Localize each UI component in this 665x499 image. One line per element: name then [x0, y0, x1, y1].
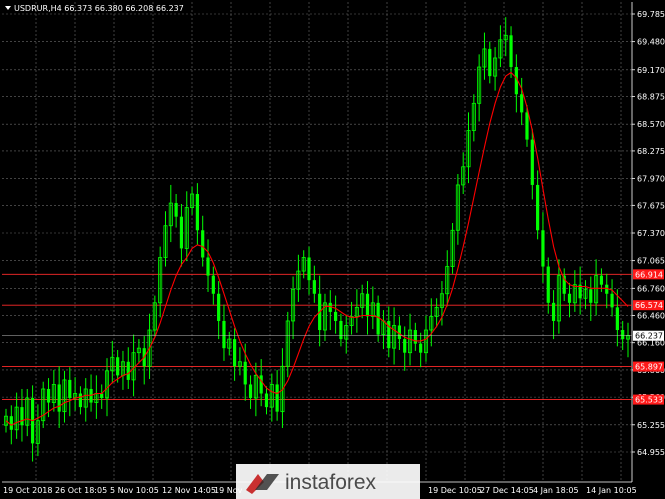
candle-body-bear: [248, 384, 253, 399]
candle-body-bear: [232, 339, 237, 367]
time-tick-label: 5 Nov 10:05: [110, 486, 159, 495]
time-tick-label: 4 Jan 18:05: [533, 486, 579, 495]
candle-body-bear: [78, 393, 83, 408]
candle-body-bear: [174, 203, 178, 217]
candle-body-bear: [126, 361, 130, 380]
candle-body-bear: [20, 407, 24, 426]
candle-body-bear: [195, 194, 199, 231]
watermark: instaforex: [236, 464, 420, 499]
price-tick-label: 67.370: [637, 229, 665, 238]
candle-body-bear: [179, 216, 184, 249]
candle-body-bear: [530, 139, 534, 185]
current-price-tag-label: 66.237: [635, 332, 663, 341]
price-tick-label: 68.570: [637, 120, 665, 129]
candle-body-bear: [615, 307, 619, 331]
candle-body-bear: [621, 330, 625, 340]
candle-body-bear: [546, 266, 550, 303]
candle-body-bear: [206, 257, 210, 276]
candle-body-bear: [520, 94, 524, 113]
candle-body-bear: [403, 339, 407, 353]
price-chart: 69.785 69.480 69.170 68.875 68.570 68.275 67.9…: [0, 0, 665, 499]
time-tick-label: 27 Dec 14:05: [480, 486, 534, 495]
candle-body-bear: [610, 293, 614, 308]
candle-body-bear: [9, 416, 13, 430]
candle-body-bear: [264, 393, 269, 408]
candle-body-bear: [57, 384, 61, 412]
price-tick-label: 69.480: [637, 38, 665, 47]
level-price-tag-label: 65.897: [635, 363, 663, 372]
price-tick-label: 67.970: [637, 175, 665, 184]
candle-body-bear: [413, 330, 417, 344]
time-tick-label: 19 Dec 10:05: [428, 486, 482, 495]
price-tick-label: 68.275: [637, 147, 665, 156]
candle-body-bear: [525, 112, 529, 140]
time-tick-label: 14 Jan 10:05: [586, 486, 637, 495]
price-tick-label: 67.065: [637, 257, 665, 266]
price-tick-label: 67.675: [637, 201, 665, 210]
price-tick-label: 64.955: [637, 448, 665, 457]
chart-window: 69.785 69.480 69.170 68.875 68.570 68.275 67.9…: [0, 0, 665, 499]
candle-body-bear: [488, 48, 492, 77]
candle-body-bear: [275, 384, 279, 412]
level-price-tag-label: 66.914: [635, 270, 663, 279]
level-price-tag-label: 65.533: [635, 396, 663, 405]
candle-body-bear: [116, 357, 120, 376]
watermark-text: instaforex: [285, 471, 377, 494]
candle-body-bear: [509, 35, 513, 68]
candle-body-bear: [68, 379, 72, 399]
candle-body-bear: [211, 275, 215, 294]
chart-background: [0, 0, 665, 499]
candle-body-bear: [259, 375, 263, 394]
symbol-header: USDRUR,H4 66.373 66.380 66.208 66.237: [14, 4, 184, 13]
candle-body-bear: [589, 289, 593, 303]
price-tick-label: 69.170: [637, 66, 665, 75]
level-price-tag-label: 66.574: [635, 301, 663, 310]
candle-body-bear: [536, 184, 540, 231]
candle-body-bear: [339, 320, 343, 340]
candle-body-bear: [46, 388, 51, 403]
time-tick-label: 26 Oct 18:05: [55, 486, 107, 495]
price-tick-label: 65.255: [637, 421, 665, 430]
candle-body-bear: [599, 275, 604, 285]
candle-body-bear: [567, 293, 572, 303]
price-tick-label: 69.785: [637, 10, 665, 19]
candle-body-bear: [307, 257, 311, 281]
candle-body-bear: [222, 320, 226, 349]
candle-body-bear: [312, 280, 316, 294]
candle-body-bear: [551, 302, 556, 321]
candle-body-bear: [243, 361, 247, 385]
candle-body-bear: [334, 311, 338, 321]
candle-body-bear: [100, 393, 104, 399]
time-tick-label: 12 Nov 14:05: [162, 486, 216, 495]
candle-body-bear: [541, 230, 545, 267]
candle-body-bear: [217, 293, 221, 321]
candle-body-bear: [201, 230, 205, 258]
time-tick-label: 19 Oct 2018: [3, 486, 52, 495]
price-tick-label: 66.760: [637, 284, 665, 293]
candle-body-bear: [365, 293, 370, 317]
price-tick-label: 68.875: [637, 93, 665, 102]
price-tick-label: 66.460: [637, 312, 665, 321]
candle-body-bear: [419, 343, 423, 353]
